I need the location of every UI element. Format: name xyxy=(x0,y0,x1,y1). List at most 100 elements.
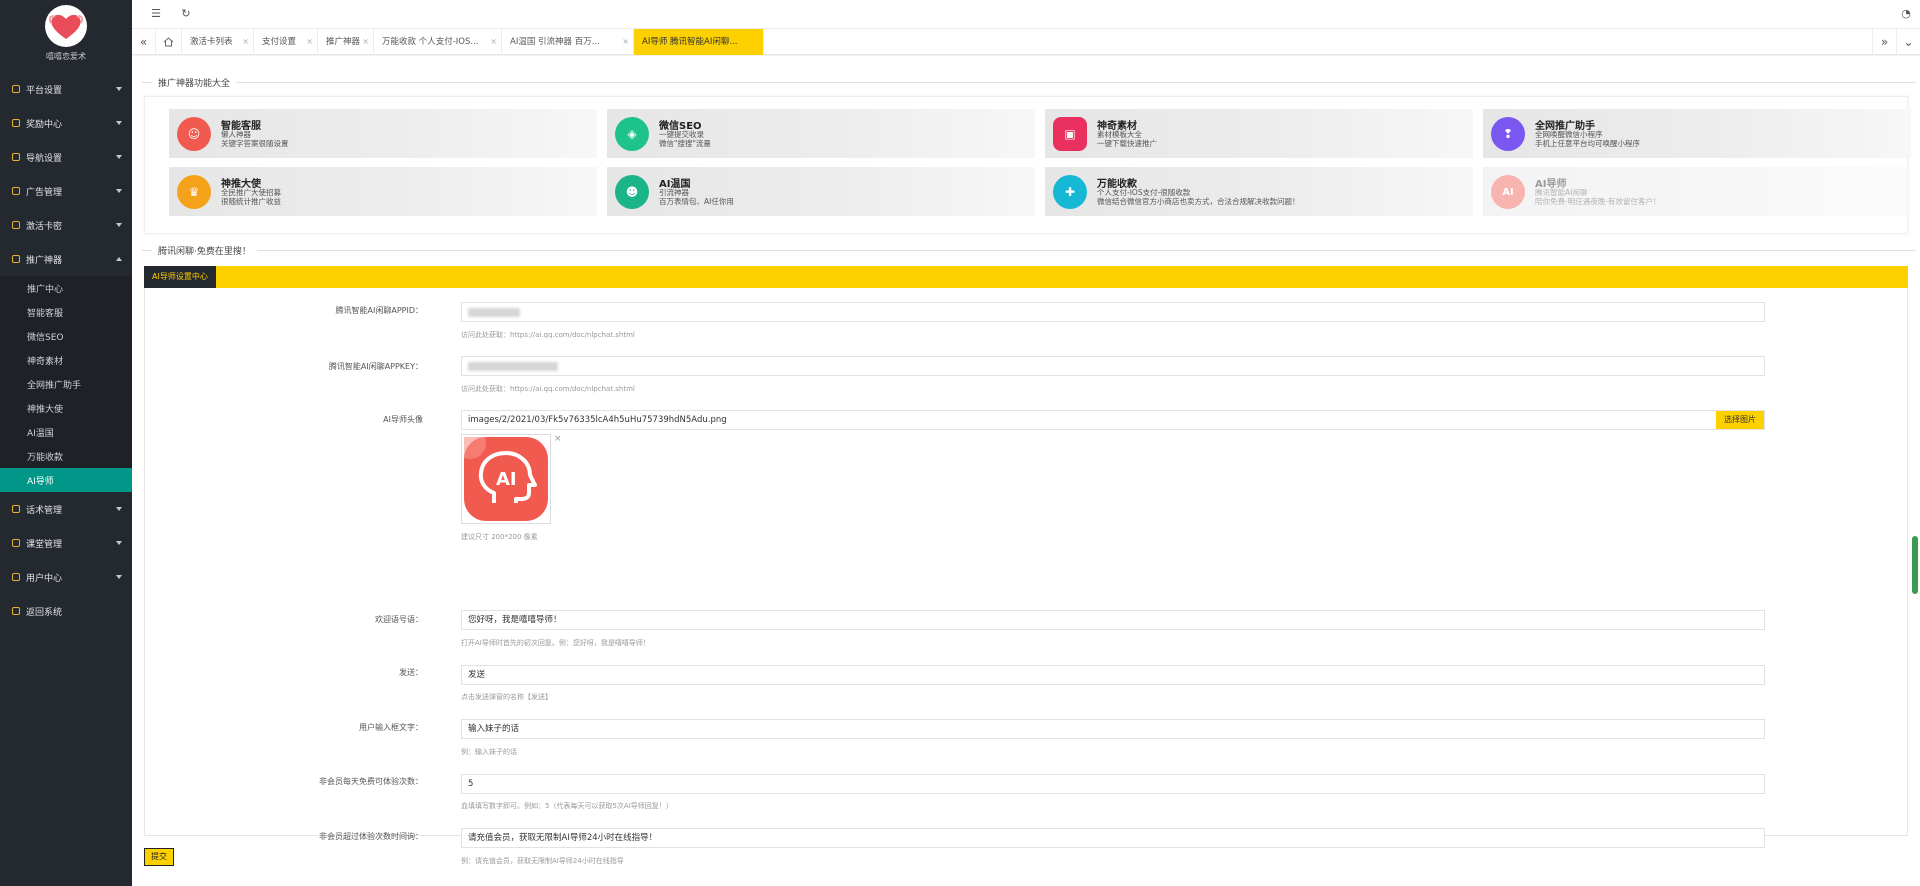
sidebar: 嘻嘻恋爱术 平台设置 奖励中心 导航设置 广告管理 激活卡密 推广神器 推广中心… xyxy=(0,0,132,886)
card-icon xyxy=(12,221,20,229)
send-label-input[interactable]: 发送 xyxy=(461,665,1765,685)
ai-head-icon: AI xyxy=(1491,175,1525,209)
smile-icon: ☻ xyxy=(615,175,649,209)
menu-return-system[interactable]: 返回系统 xyxy=(0,594,132,628)
close-icon[interactable]: × xyxy=(622,29,629,55)
sub-ambassador[interactable]: 神推大使 xyxy=(0,396,132,420)
appid-input[interactable] xyxy=(461,302,1765,322)
trophy-icon: ♛ xyxy=(177,175,211,209)
sub-promotion-center[interactable]: 推广中心 xyxy=(0,276,132,300)
tab-dropdown-icon[interactable]: ⌄ xyxy=(1896,29,1920,55)
tab-scroll-left-icon[interactable]: « xyxy=(132,29,156,55)
chevron-up-icon xyxy=(116,257,122,261)
rocket-icon xyxy=(12,255,20,263)
tab-activation-list[interactable]: 激活卡列表 × xyxy=(182,29,254,55)
chevron-down-icon xyxy=(116,575,122,579)
close-icon[interactable]: × xyxy=(362,29,369,55)
menu-toggle-icon[interactable]: ☰ xyxy=(150,8,162,20)
chevron-down-icon xyxy=(116,189,122,193)
tag-icon: ◈ xyxy=(615,117,649,151)
refresh-icon[interactable]: ↻ xyxy=(180,8,192,20)
svg-text:AI: AI xyxy=(496,469,517,490)
feature-card[interactable]: ✚ 万能收款 个人支付-IOS支付-很随收款 微信结合微信官方小商店也卖方式，合… xyxy=(1045,167,1473,216)
chevron-down-icon xyxy=(116,223,122,227)
submit-button[interactable]: 提交 xyxy=(144,848,174,866)
tab-home[interactable] xyxy=(156,29,182,55)
chevron-down-icon xyxy=(116,541,122,545)
shield-icon: ✚ xyxy=(1053,175,1087,209)
logo xyxy=(45,5,87,47)
input-placeholder-input[interactable]: 输入妹子的话 xyxy=(461,719,1765,739)
chevron-down-icon xyxy=(116,121,122,125)
menu-nav-settings[interactable]: 导航设置 xyxy=(0,140,132,174)
menu-platform-settings[interactable]: 平台设置 xyxy=(0,72,132,106)
ad-icon xyxy=(12,187,20,195)
user-icon xyxy=(12,573,20,581)
feature-card[interactable]: ☻ AI温国 引流神器 百万表情包、AI任你用 xyxy=(607,167,1035,216)
sub-ai-emoji[interactable]: AI温国 xyxy=(0,420,132,444)
tab-ai-tutor-settings[interactable]: AI导师设置中心 xyxy=(144,266,216,288)
sub-ai-tutor[interactable]: AI导师 xyxy=(0,468,132,492)
palette-icon[interactable]: ◔ xyxy=(1900,8,1912,20)
heart-logo-icon xyxy=(49,14,83,39)
menu-script-management[interactable]: 话术管理 xyxy=(0,492,132,526)
bulb-icon: ❢ xyxy=(1491,117,1525,151)
close-icon[interactable]: × xyxy=(306,29,313,55)
free-count-input[interactable]: 5 xyxy=(461,774,1765,794)
section-header: 腾讯闲聊·免费在里搜！ xyxy=(142,244,1916,257)
feature-card[interactable]: ◈ 微信SEO 一键提交收录 微信"搜搜"流量 xyxy=(607,109,1035,158)
settings-form: 腾讯智能AI闲聊APPID： 访问此处获取：https://ai.qq.com/… xyxy=(144,288,1908,865)
feature-card[interactable]: ♛ 神推大使 全民推广大使招募 很随统计推广收益 xyxy=(169,167,597,216)
settings-icon xyxy=(12,85,20,93)
remove-avatar-icon[interactable]: × xyxy=(554,434,562,444)
feature-card[interactable]: ▣ 神奇素材 素材模板大全 一键下载快速推广 xyxy=(1045,109,1473,158)
menu-user-center[interactable]: 用户中心 xyxy=(0,560,132,594)
logo-name: 嘻嘻恋爱术 xyxy=(46,52,86,61)
tab-promotion-tools[interactable]: 推广神器 × xyxy=(318,29,374,55)
sub-smart-service[interactable]: 智能客服 xyxy=(0,300,132,324)
sub-wechat-seo[interactable]: 微信SEO xyxy=(0,324,132,348)
chevron-down-icon xyxy=(116,507,122,511)
nav-icon xyxy=(12,153,20,161)
sub-promo-assistant[interactable]: 全网推广助手 xyxy=(0,372,132,396)
chevron-down-icon xyxy=(116,87,122,91)
tab-scroll-right-icon[interactable]: » xyxy=(1872,29,1896,55)
gallery-icon: ▣ xyxy=(1053,117,1087,151)
book-icon xyxy=(12,539,20,547)
redacted-value xyxy=(468,308,520,317)
robot-icon: ☺ xyxy=(177,117,211,151)
tab-bar: « 激活卡列表 × 支付设置 × 推广神器 × 万能收款 个人支付-IOS... × A… xyxy=(132,29,1920,55)
tab-payment-settings[interactable]: 支付设置 × xyxy=(254,29,318,55)
menu-class-management[interactable]: 课堂管理 xyxy=(0,526,132,560)
choose-image-button[interactable]: 选择图片 xyxy=(1716,411,1764,429)
chevron-down-icon xyxy=(116,155,122,159)
scrollbar[interactable] xyxy=(1912,536,1918,594)
tab-ai-emoji[interactable]: AI温国 引流神器 百万... × xyxy=(502,29,634,55)
feature-card[interactable]: ☺ 智能客服 懒人神器 关键字答案很随设置 xyxy=(169,109,597,158)
menu-activation-cards[interactable]: 激活卡密 xyxy=(0,208,132,242)
tab-universal-payment[interactable]: 万能收款 个人支付-IOS... × xyxy=(374,29,502,55)
menu-ad-management[interactable]: 广告管理 xyxy=(0,174,132,208)
feature-card[interactable]: AI AI导师 腾讯智能AI闲聊 陪你免费-明任遇夜晚-有效留住客户！ xyxy=(1483,167,1911,216)
close-icon[interactable]: × xyxy=(490,29,497,55)
feature-card[interactable]: ❢ 全网推广助手 全网唤醒微信小程序 手机上任意平台均可唤醒小程序 xyxy=(1483,109,1911,158)
welcome-input[interactable]: 您好呀，我是嘻嘻导师！ xyxy=(461,610,1765,630)
topbar: ☰ ↻ ◔ xyxy=(132,0,1920,29)
sub-universal-payment[interactable]: 万能收款 xyxy=(0,444,132,468)
menu-reward-center[interactable]: 奖励中心 xyxy=(0,106,132,140)
feature-panel: ☺ 智能客服 懒人神器 关键字答案很随设置 ◈ 微信SEO 一键提交收录 微信"… xyxy=(144,96,1911,234)
appkey-input[interactable] xyxy=(461,356,1765,376)
limit-message-input[interactable]: 请充值会员，获取无限制AI导师24小时在线指导！ xyxy=(461,828,1765,848)
menu-promotion-tools[interactable]: 推广神器 xyxy=(0,242,132,276)
avatar-path-input[interactable]: images/2/2021/03/Fk5v76335lcA4h5uHu75739… xyxy=(461,410,1765,430)
tab-ai-tutor[interactable]: AI导师 腾讯智能AI闲聊... xyxy=(634,29,764,55)
gift-icon xyxy=(12,119,20,127)
ai-head-icon: AI xyxy=(464,437,548,521)
home-icon xyxy=(163,37,174,47)
promotion-submenu: 推广中心 智能客服 微信SEO 神奇素材 全网推广助手 神推大使 AI温国 万能… xyxy=(0,276,132,492)
settings-tab-bar: AI导师设置中心 xyxy=(144,266,1908,288)
sub-magic-material[interactable]: 神奇素材 xyxy=(0,348,132,372)
avatar-preview: AI xyxy=(461,434,551,524)
main-content: 推广神器功能大全 ☺ 智能客服 懒人神器 关键字答案很随设置 ◈ 微信SEO 一… xyxy=(132,56,1920,886)
close-icon[interactable]: × xyxy=(242,29,249,55)
